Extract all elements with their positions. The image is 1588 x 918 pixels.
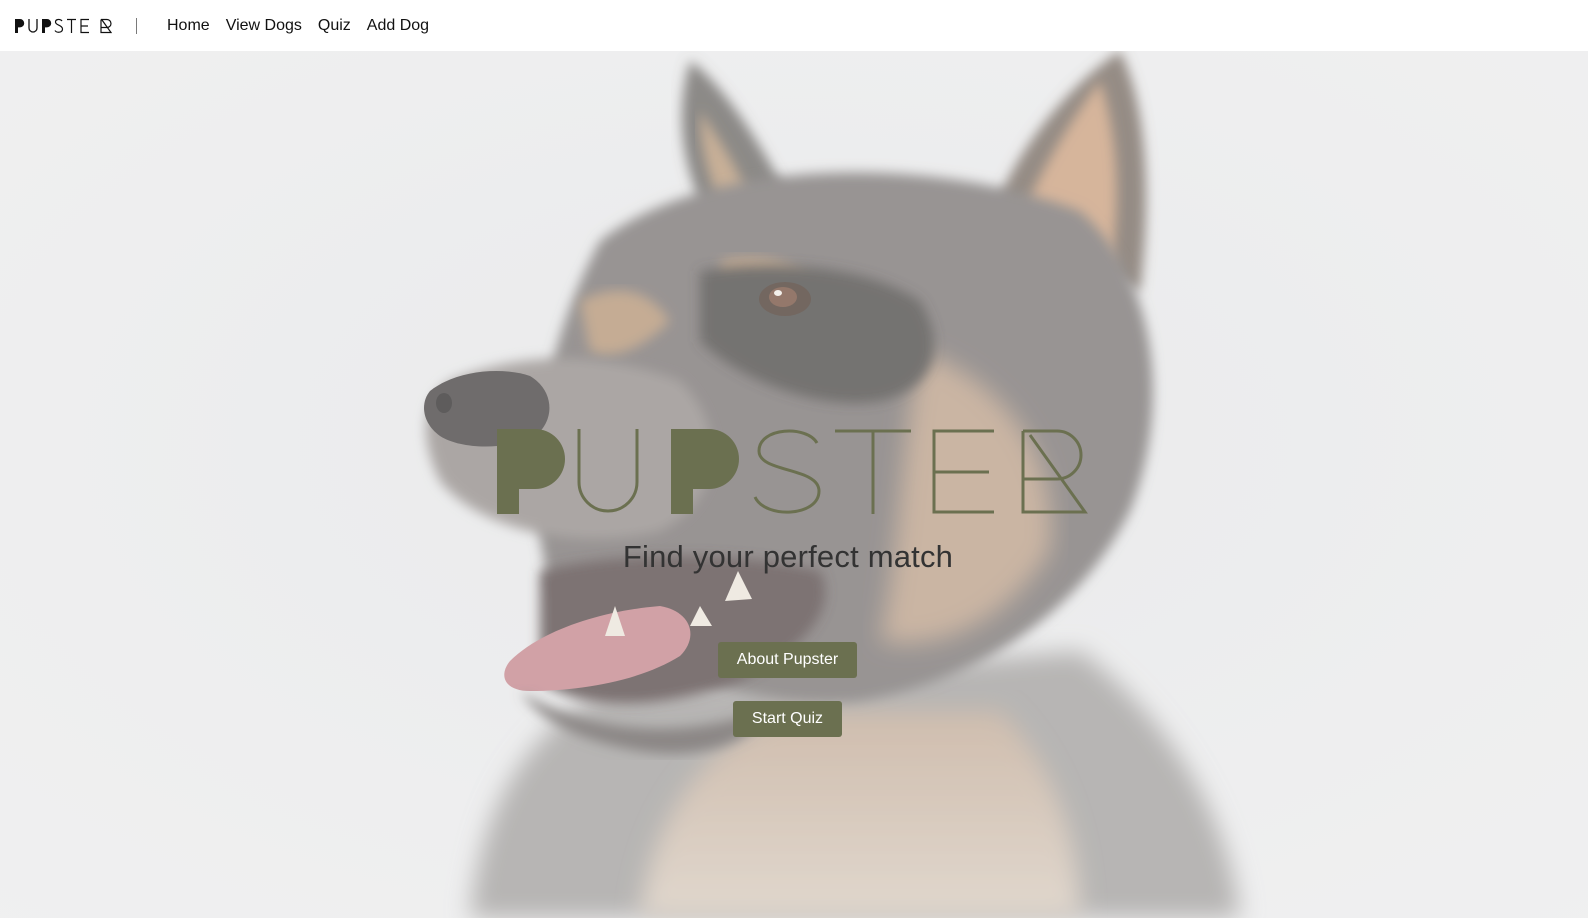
about-pupster-button[interactable]: About Pupster [718, 642, 857, 678]
nav-link-add-dog[interactable]: Add Dog [367, 17, 429, 35]
nav-link-quiz[interactable]: Quiz [318, 17, 351, 35]
pupster-logo-icon[interactable] [14, 18, 112, 34]
nav-link-view-dogs[interactable]: View Dogs [226, 17, 302, 35]
nav-links: Home View Dogs Quiz Add Dog [167, 17, 429, 35]
start-quiz-button[interactable]: Start Quiz [733, 701, 842, 737]
pupster-hero-logo-icon [497, 429, 1088, 514]
top-navbar: Home View Dogs Quiz Add Dog [0, 0, 1588, 51]
hero-tagline: Find your perfect match [622, 539, 954, 574]
nav-divider [136, 17, 137, 34]
nav-link-home[interactable]: Home [167, 17, 210, 35]
hero-section: Find your perfect match About Pupster St… [0, 51, 1588, 918]
